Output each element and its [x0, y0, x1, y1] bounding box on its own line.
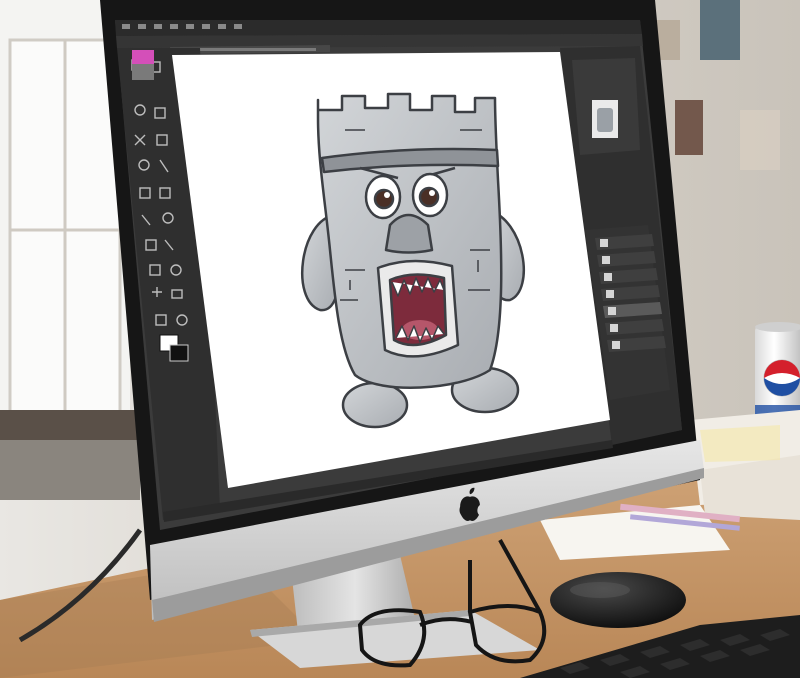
shelf-dark: [0, 440, 140, 500]
menu-bar: [115, 20, 642, 36]
options-bar: [116, 34, 643, 48]
navigator-thumbnail: [592, 100, 618, 138]
mouse: [550, 572, 686, 628]
swatch-preview: [132, 50, 154, 64]
photo-scene: [0, 0, 800, 678]
